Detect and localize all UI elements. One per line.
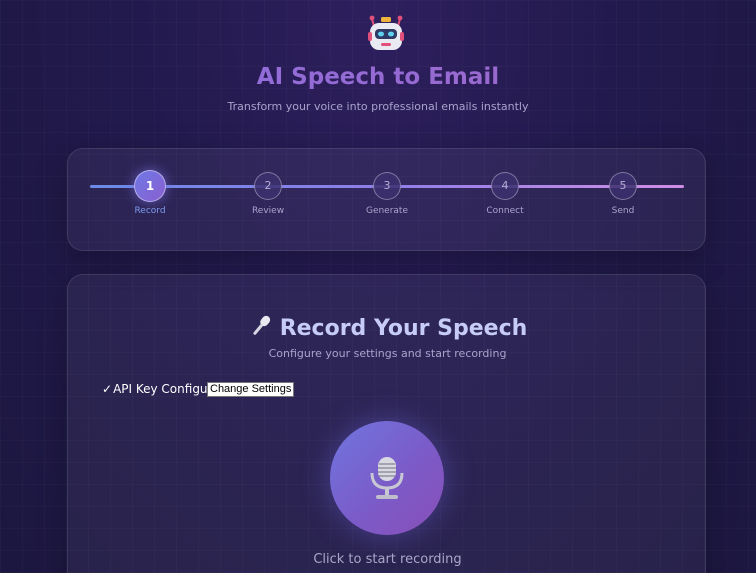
step-number: 2 [254,172,282,200]
record-title-text: Record Your Speech [279,316,528,341]
step-number: 5 [609,172,637,200]
step-generate[interactable]: 3 Generate [347,172,427,216]
record-title: Record Your Speech [68,313,707,341]
step-number: 3 [373,172,401,200]
step-connect[interactable]: 4 Connect [465,172,545,216]
studio-microphone-icon [370,457,404,499]
record-card: Record Your Speech Configure your settin… [67,274,706,573]
record-button[interactable] [330,421,444,535]
change-settings-button[interactable]: Change Settings [207,382,295,397]
robot-icon [368,15,404,50]
step-number: 1 [134,170,166,202]
record-subtitle: Configure your settings and start record… [268,347,507,360]
step-record[interactable]: 1 Record [110,170,190,216]
record-hint: Click to start recording [313,552,462,567]
step-label: Connect [486,206,524,216]
step-label: Generate [365,206,409,216]
step-send[interactable]: 5 Send [583,172,663,216]
step-label: Record [134,206,166,216]
check-icon: ✓ [102,382,113,396]
step-review[interactable]: 2 Review [228,172,308,216]
app-title: AI Speech to Email [0,64,756,90]
microphone-icon [253,315,270,335]
step-number: 4 [491,172,519,200]
progress-stepper: 1 Record 2 Review 3 Generate 4 Connect 5… [67,148,706,251]
step-label: Review [251,206,285,216]
step-label: Send [611,206,635,216]
app-subtitle: Transform your voice into professional e… [227,100,529,113]
